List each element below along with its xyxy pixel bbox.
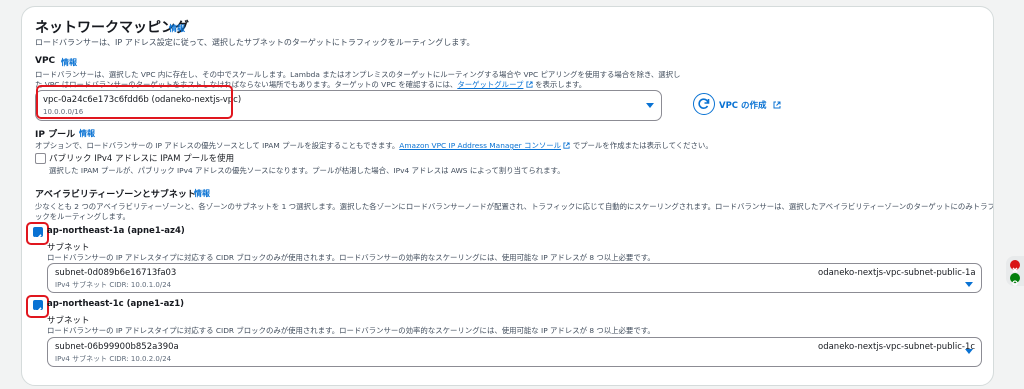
external-link-icon — [526, 81, 533, 88]
chevron-down-icon — [965, 349, 973, 354]
create-vpc-link[interactable]: VPC の作成 — [719, 99, 781, 111]
az-label: アベイラビリティーゾーンとサブネット — [35, 190, 196, 200]
zone-name-1a: ap-northeast-1a (apne1-az4) — [47, 226, 185, 236]
ipam-pool-checkbox[interactable] — [35, 153, 46, 164]
external-link-icon — [563, 142, 570, 149]
az-description-line2: ックをルーティングします。 — [35, 212, 130, 221]
vpc-info-link[interactable]: 情報 — [61, 57, 77, 68]
highlight-box-zone-1c — [26, 295, 49, 318]
ip-pool-info-link[interactable]: 情報 — [79, 128, 95, 139]
ipam-console-link[interactable]: Amazon VPC IP Address Manager コンソール — [399, 141, 561, 150]
subnet-cidr-1a: IPv4 サブネット CIDR: 10.0.1.0/24 — [55, 281, 172, 289]
close-icon[interactable] — [1010, 260, 1020, 273]
status-icon[interactable] — [1010, 273, 1020, 286]
subnet-id-1a: subnet-0d089b6e16713fa03 — [55, 268, 177, 278]
vpc-label: VPC — [35, 56, 56, 66]
subnet-description-1a: ロードバランサーの IP アドレスタイプに対応する CIDR ブロックのみが使用… — [47, 253, 655, 262]
ipam-pool-checkbox-description: 選択した IPAM プールが、パブリック IPv4 アドレスの優先ソースになりま… — [49, 166, 565, 175]
side-widget[interactable] — [1006, 256, 1024, 286]
ip-pool-label: IP プール — [35, 130, 76, 140]
refresh-icon — [698, 98, 710, 109]
az-info-link[interactable]: 情報 — [194, 188, 210, 199]
subnet-name-1c: odaneko-nextjs-vpc-subnet-public-1c — [818, 342, 976, 352]
subnet-description-1c: ロードバランサーの IP アドレスタイプに対応する CIDR ブロックのみが使用… — [47, 326, 655, 335]
subnet-cidr-1c: IPv4 サブネット CIDR: 10.0.2.0/24 — [55, 355, 172, 363]
title-info-link[interactable]: 情報 — [169, 23, 185, 34]
subnet-name-1a: odaneko-nextjs-vpc-subnet-public-1a — [818, 268, 976, 278]
network-mapping-panel: ネットワークマッピング 情報 ロードバランサーは、IP アドレス設定に従って、選… — [21, 6, 994, 386]
subnet-id-1c: subnet-06b99900b852a390a — [55, 342, 179, 352]
highlight-box-vpc — [36, 85, 233, 119]
target-group-link[interactable]: ターゲットグループ — [457, 80, 523, 89]
section-title: ネットワークマッピング — [35, 20, 189, 36]
ipam-pool-checkbox-label: パブリック IPv4 アドレスに IPAM プールを使用 — [49, 154, 235, 164]
chevron-down-icon — [965, 282, 973, 287]
refresh-button[interactable] — [693, 93, 715, 115]
chevron-down-icon — [646, 103, 654, 108]
external-link-icon — [773, 101, 781, 109]
ip-pool-description: オプションで、ロードバランサーの IP アドレスの優先ソースとして IPAM プ… — [35, 141, 713, 150]
highlight-box-zone-1a — [26, 222, 49, 245]
subnet-select-1a[interactable]: subnet-0d089b6e16713fa03 IPv4 サブネット CIDR… — [47, 263, 982, 293]
subnet-select-1c[interactable]: subnet-06b99900b852a390a IPv4 サブネット CIDR… — [47, 337, 982, 367]
az-description-line1: 少なくとも 2 つのアベイラビリティーゾーンと、各ゾーンのサブネットを 1 つ選… — [35, 202, 994, 211]
section-description: ロードバランサーは、IP アドレス設定に従って、選択したサブネットのターゲットに… — [35, 38, 475, 47]
zone-name-1c: ap-northeast-1c (apne1-az1) — [47, 299, 185, 309]
